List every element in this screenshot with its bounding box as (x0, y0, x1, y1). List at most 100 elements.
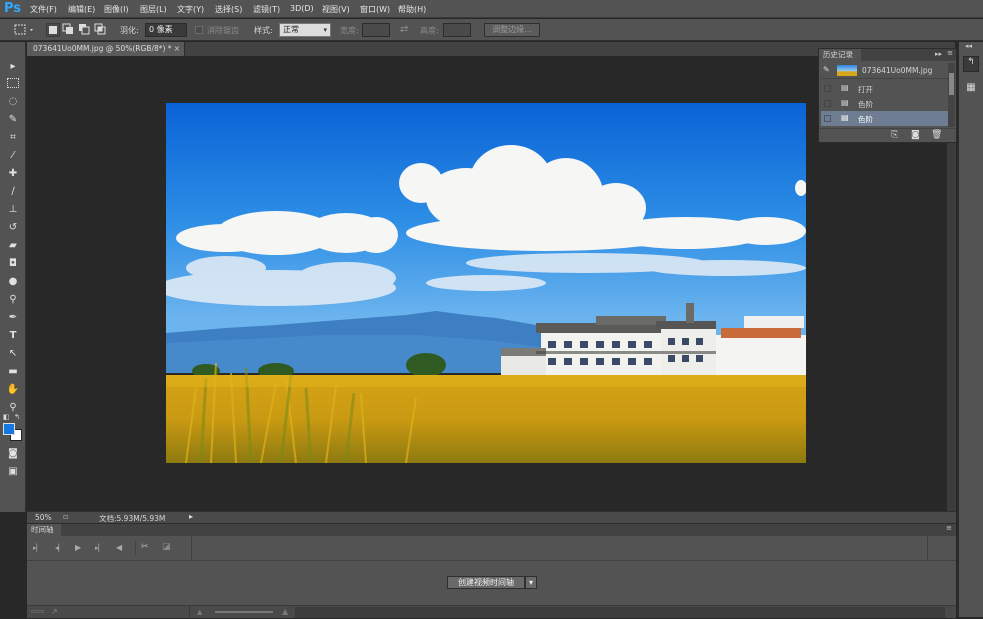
rectangular-marquee-tool-icon[interactable] (7, 78, 19, 88)
menu-type[interactable]: 文字(Y) (177, 4, 204, 15)
menu-layer[interactable]: 图层(L) (140, 4, 167, 15)
feather-input[interactable]: 0 像素 (145, 23, 187, 37)
screen-mode-icon[interactable]: ▣ (5, 465, 21, 479)
antialias-checkbox[interactable] (195, 26, 203, 34)
menu-image[interactable]: 图像(I) (104, 4, 129, 15)
history-panel: 历史记录 ▸▸ ≡ ✎ 073641Uo0MM.jpg ▤ 打开 ▤ 色阶 ▤ … (818, 48, 957, 143)
pen-tool-icon[interactable]: ✒ (5, 311, 21, 325)
trash-icon[interactable]: 🗑 (931, 130, 942, 140)
style-select[interactable]: 正常 ▾ (279, 23, 331, 37)
audio-icon[interactable]: ◀ (116, 543, 122, 552)
snapshot-label: 073641Uo0MM.jpg (862, 66, 933, 75)
refine-edge-button[interactable]: 调整边缘... (484, 23, 540, 37)
menu-select[interactable]: 选择(S) (215, 4, 242, 15)
history-brush-source-checkbox[interactable] (824, 115, 831, 122)
foreground-color-swatch[interactable] (3, 423, 15, 435)
document-image[interactable] (166, 103, 806, 463)
marquee-preset-picker[interactable] (14, 23, 36, 37)
divider (191, 536, 192, 561)
clone-stamp-tool-icon[interactable]: ⊥ (5, 203, 21, 217)
timeline-title[interactable]: 时间轴 (27, 524, 61, 536)
healing-brush-tool-icon[interactable]: ✚ (5, 167, 21, 181)
create-video-timeline-button[interactable]: 创建视频时间轴 (447, 576, 525, 589)
quick-mask-icon[interactable]: ◙ (5, 447, 21, 461)
zoom-out-timeline-icon[interactable]: ▲ (197, 608, 202, 616)
menu-3d[interactable]: 3D(D) (290, 4, 314, 13)
hand-tool-icon[interactable]: ✋ (5, 383, 21, 397)
quick-selection-tool-icon[interactable]: ✎ (5, 113, 21, 127)
blur-tool-icon[interactable]: ● (5, 275, 21, 289)
close-tab-icon[interactable]: × (174, 42, 180, 56)
menu-view[interactable]: 视图(V) (322, 4, 350, 15)
default-colors-icon[interactable]: ◧ (3, 413, 10, 421)
camera-icon[interactable]: ◙ (911, 130, 920, 140)
width-input[interactable] (362, 23, 390, 37)
zoom-in-timeline-icon[interactable]: ▲ (282, 607, 288, 616)
render-icon[interactable]: ↗ (51, 607, 58, 616)
photoshop-logo: Ps (4, 1, 22, 16)
intersect-selection-button[interactable] (94, 23, 108, 37)
history-item[interactable]: ▤ 打开 (821, 81, 948, 96)
eyedropper-tool-icon[interactable]: ⁄ (5, 149, 21, 163)
adjustment-icon: ▤ (841, 98, 849, 107)
new-document-from-state-icon[interactable]: ⎘ (891, 130, 898, 140)
divider (135, 541, 136, 555)
split-icon[interactable]: ✂ (141, 542, 149, 552)
path-selection-tool-icon[interactable]: ↖ (5, 347, 21, 361)
next-frame-icon[interactable]: ▸▏ (95, 544, 104, 552)
timeline-mode-dropdown[interactable]: ▾ (525, 576, 537, 589)
history-item-selected[interactable]: ▤ 色阶 (821, 111, 948, 126)
play-icon[interactable]: ▶ (75, 543, 81, 552)
panel-menu-icon[interactable]: ≡ (947, 49, 953, 57)
previous-frame-icon[interactable]: ◂▏ (55, 544, 64, 552)
intersect-selection-icon (94, 23, 106, 35)
height-input[interactable] (443, 23, 471, 37)
swap-icon[interactable]: ⇄ (400, 24, 408, 35)
history-brush-tool-icon[interactable]: ↺ (5, 221, 21, 235)
zoom-level[interactable]: 50% (35, 513, 52, 522)
timeline-zoom-slider[interactable] (215, 611, 273, 613)
rectangle-tool-icon[interactable]: ▬ (5, 365, 21, 379)
move-tool-icon[interactable]: ▸ (5, 60, 21, 74)
history-brush-source-checkbox[interactable] (824, 85, 831, 92)
collapse-panel-icon[interactable]: ▸▸ (935, 50, 942, 58)
scroll-thumb[interactable] (949, 73, 954, 95)
dodge-tool-icon[interactable]: ⚲ (5, 293, 21, 307)
status-menu-arrow-icon[interactable]: ▸ (189, 512, 193, 521)
snapshot-source-icon: ✎ (823, 65, 830, 74)
brush-tool-icon[interactable]: ∕ (5, 185, 21, 199)
properties-panel-icon[interactable]: ▦ (963, 82, 979, 98)
history-snapshot[interactable]: ✎ 073641Uo0MM.jpg (821, 63, 948, 79)
menu-edit[interactable]: 编辑(E) (68, 4, 95, 15)
eraser-tool-icon[interactable]: ▰ (5, 239, 21, 253)
tools-panel: ▸ ◌ ✎ ⌗ ⁄ ✚ ∕ ⊥ ↺ ▰ ◘ ● ⚲ ✒ T ↖ ▬ ✋ ⚲ ◧ … (0, 42, 26, 512)
panel-menu-icon[interactable]: ≡ (946, 524, 952, 532)
menu-file[interactable]: 文件(F) (30, 4, 57, 15)
swap-colors-icon[interactable]: ↰ (14, 413, 20, 421)
document-tab[interactable]: 073641Uo0MM.jpg @ 50%(RGB/8*) * × (27, 42, 185, 56)
timeline-horizontal-scrollbar[interactable] (295, 607, 945, 618)
expand-panels-icon[interactable]: ◂◂ (965, 42, 972, 50)
lasso-tool-icon[interactable]: ◌ (5, 95, 21, 109)
new-selection-button[interactable] (46, 23, 60, 37)
history-panel-icon[interactable]: ↰ (963, 56, 979, 72)
style-select-value: 正常 (283, 25, 299, 34)
paint-bucket-tool-icon[interactable]: ◘ (5, 257, 21, 271)
status-info-icon[interactable]: ▫ (63, 512, 68, 521)
first-frame-icon[interactable]: ▸▏ (33, 544, 42, 552)
type-tool-icon[interactable]: T (5, 329, 21, 343)
frame-icon[interactable]: ▭▭ (31, 607, 44, 615)
menu-window[interactable]: 窗口(W) (360, 4, 390, 15)
add-selection-button[interactable] (62, 23, 76, 37)
history-scrollbar[interactable] (948, 63, 955, 127)
crop-tool-icon[interactable]: ⌗ (5, 131, 21, 145)
timeline-panel: 时间轴 ≡ ▸▏ ◂▏ ▶ ▸▏ ◀ ✂ ◪ 创建视频时间轴 ▾ ▭▭ ↗ ▲ … (27, 523, 956, 619)
history-brush-source-checkbox[interactable] (824, 100, 831, 107)
history-item[interactable]: ▤ 色阶 (821, 96, 948, 111)
subtract-selection-button[interactable] (78, 23, 92, 37)
menu-help[interactable]: 帮助(H) (398, 4, 426, 15)
transition-icon[interactable]: ◪ (162, 542, 171, 552)
add-selection-icon (62, 23, 73, 34)
history-panel-title[interactable]: 历史记录 (819, 49, 861, 61)
menu-filter[interactable]: 滤镜(T) (253, 4, 280, 15)
